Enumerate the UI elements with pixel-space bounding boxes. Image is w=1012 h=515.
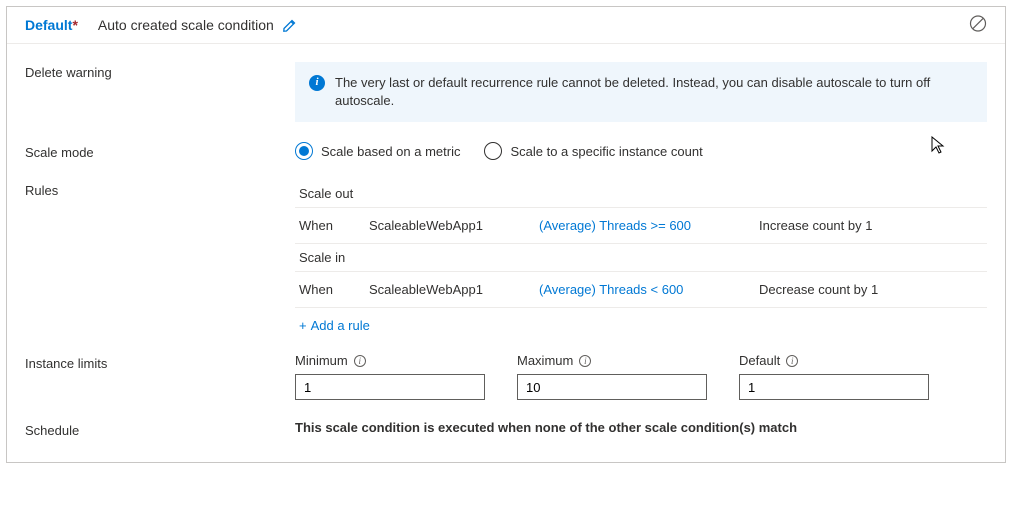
radio-icon — [484, 142, 502, 160]
limit-default-input[interactable] — [739, 374, 929, 400]
delete-warning-label: Delete warning — [25, 62, 295, 80]
radio-scale-metric[interactable]: Scale based on a metric — [295, 142, 460, 160]
info-icon: i — [309, 75, 325, 91]
limit-minimum: Minimum i — [295, 353, 485, 400]
required-asterisk: * — [72, 17, 77, 33]
rule-resource: ScaleableWebApp1 — [369, 218, 539, 233]
panel-header: Default* Auto created scale condition — [7, 7, 1005, 44]
info-icon[interactable]: i — [786, 355, 798, 367]
instance-limits-label: Instance limits — [25, 353, 295, 371]
delete-warning-message: The very last or default recurrence rule… — [335, 74, 973, 110]
limit-default-label: Default — [739, 353, 780, 368]
rule-action: Increase count by 1 — [759, 218, 983, 233]
schedule-label: Schedule — [25, 420, 295, 438]
rule-metric-link[interactable]: (Average) Threads < 600 — [539, 282, 759, 297]
schedule-text: This scale condition is executed when no… — [295, 420, 797, 435]
limit-maximum-input[interactable] — [517, 374, 707, 400]
rule-metric-link[interactable]: (Average) Threads >= 600 — [539, 218, 759, 233]
add-rule-label: Add a rule — [311, 318, 370, 333]
scale-mode-row: Scale mode Scale based on a metric Scale… — [25, 142, 987, 160]
rule-when-label: When — [299, 282, 369, 297]
scale-in-header: Scale in — [295, 244, 987, 272]
schedule-row: Schedule This scale condition is execute… — [25, 420, 987, 438]
rule-action: Decrease count by 1 — [759, 282, 983, 297]
instance-limits-row: Instance limits Minimum i Maximum i — [25, 353, 987, 400]
radio-icon — [295, 142, 313, 160]
rule-when-label: When — [299, 218, 369, 233]
limit-default: Default i — [739, 353, 929, 400]
limit-maximum: Maximum i — [517, 353, 707, 400]
rule-resource: ScaleableWebApp1 — [369, 282, 539, 297]
panel-body: Delete warning i The very last or defaul… — [7, 44, 1005, 462]
limit-minimum-input[interactable] — [295, 374, 485, 400]
rules-label: Rules — [25, 180, 295, 198]
limit-maximum-label: Maximum — [517, 353, 573, 368]
scale-out-header: Scale out — [295, 180, 987, 208]
plus-icon: + — [299, 318, 307, 333]
scale-out-rule[interactable]: When ScaleableWebApp1 (Average) Threads … — [295, 208, 987, 244]
limit-minimum-label: Minimum — [295, 353, 348, 368]
rules-row: Rules Scale out When ScaleableWebApp1 (A… — [25, 180, 987, 333]
add-rule-button[interactable]: + Add a rule — [295, 308, 374, 333]
scale-in-rule[interactable]: When ScaleableWebApp1 (Average) Threads … — [295, 272, 987, 308]
radio-scale-metric-label: Scale based on a metric — [321, 144, 460, 159]
condition-title-text: Default — [25, 17, 72, 33]
info-icon[interactable]: i — [354, 355, 366, 367]
condition-title: Default* — [25, 17, 78, 33]
edit-icon[interactable] — [282, 17, 298, 33]
scale-mode-label: Scale mode — [25, 142, 295, 160]
delete-warning-info: i The very last or default recurrence ru… — [295, 62, 987, 122]
delete-prohibited-icon[interactable] — [969, 15, 987, 36]
delete-warning-row: Delete warning i The very last or defaul… — [25, 62, 987, 122]
radio-scale-specific[interactable]: Scale to a specific instance count — [484, 142, 702, 160]
condition-description: Auto created scale condition — [98, 17, 274, 33]
info-icon[interactable]: i — [579, 355, 591, 367]
scale-condition-panel: Default* Auto created scale condition De… — [6, 6, 1006, 463]
radio-scale-specific-label: Scale to a specific instance count — [510, 144, 702, 159]
